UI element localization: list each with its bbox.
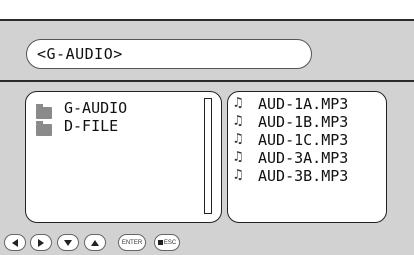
arrow-right-icon <box>38 238 44 247</box>
path-bar: <G-AUDIO> <box>26 39 312 69</box>
scrollbar[interactable] <box>204 98 212 214</box>
folder-list-panel: G-AUDIO D-FILE <box>25 91 222 223</box>
enter-button[interactable]: ENTER <box>118 234 146 251</box>
up-button[interactable] <box>84 234 106 251</box>
music-note-icon: ♫ <box>234 95 243 111</box>
top-divider <box>0 19 414 21</box>
current-path: <G-AUDIO> <box>37 45 123 63</box>
enter-label: ENTER <box>121 239 143 246</box>
right-button[interactable] <box>30 234 52 251</box>
music-note-icon: ♫ <box>234 167 243 183</box>
esc-label: ESC <box>163 239 177 246</box>
esc-button[interactable]: ESC <box>154 234 180 251</box>
file-list-panel: ♫ AUD-1A.MP3 ♫ AUD-1B.MP3 ♫ AUD-1C.MP3 ♫… <box>227 91 387 223</box>
music-note-icon: ♫ <box>234 113 243 129</box>
arrow-down-icon <box>64 239 72 246</box>
music-note-icon: ♫ <box>234 149 243 165</box>
arrow-up-icon <box>91 239 99 246</box>
file-label: AUD-1C.MP3 <box>258 131 349 149</box>
top-strip <box>0 0 414 19</box>
file-label: AUD-3A.MP3 <box>258 149 349 167</box>
folder-icon <box>36 104 52 119</box>
stop-icon <box>157 240 163 245</box>
arrow-left-icon <box>12 238 18 247</box>
middle-divider <box>0 80 414 82</box>
music-note-icon: ♫ <box>234 131 243 147</box>
file-label: AUD-1B.MP3 <box>258 113 349 131</box>
file-label: AUD-1A.MP3 <box>258 95 349 113</box>
file-label: AUD-3B.MP3 <box>258 167 349 185</box>
down-button[interactable] <box>57 234 79 251</box>
folder-label: G-AUDIO <box>64 99 128 117</box>
folder-icon <box>36 121 52 136</box>
folder-label: D-FILE <box>64 117 119 135</box>
left-button[interactable] <box>4 234 26 251</box>
device-screen: <G-AUDIO> G-AUDIO D-FILE ♫ AUD-1A.MP3 ♫ … <box>0 0 414 255</box>
